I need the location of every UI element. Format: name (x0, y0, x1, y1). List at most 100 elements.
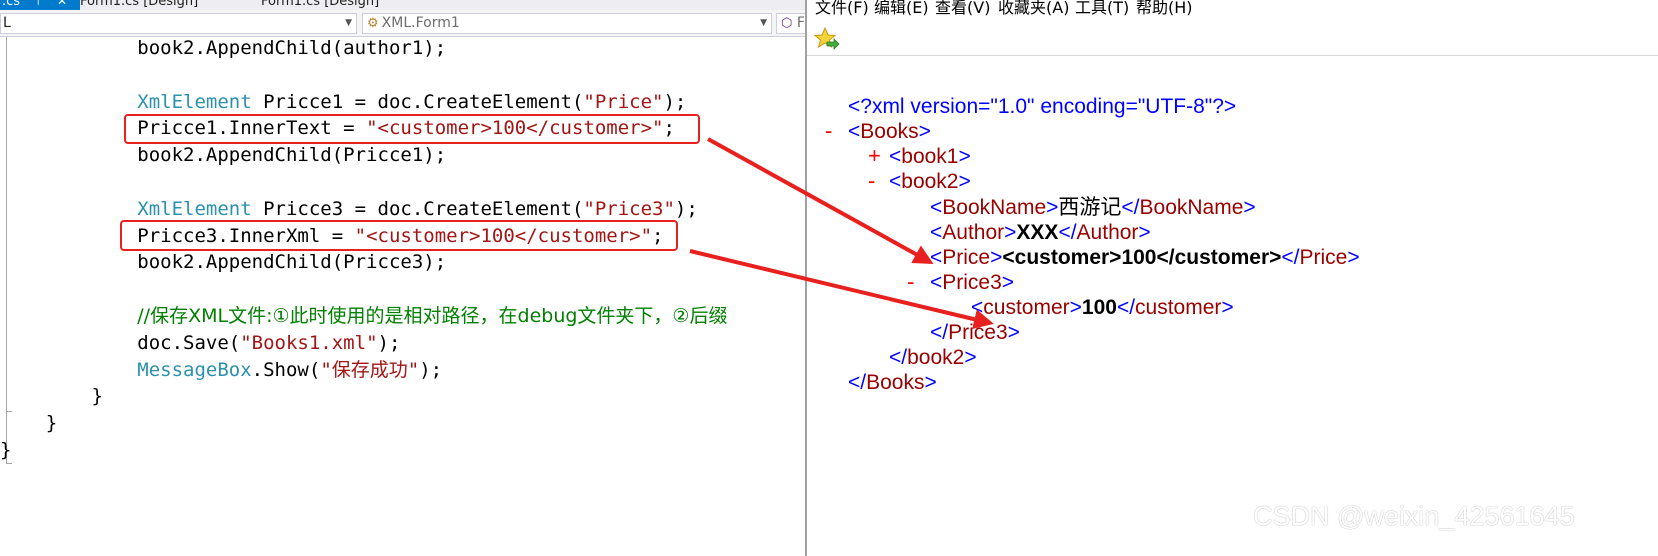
xml-markup: < (889, 145, 902, 169)
chevron-down-icon: ▼ (345, 18, 352, 28)
xml-markup: <?xml version="1.0" encoding="UTF-8"?> (848, 95, 1237, 118)
member-dropdown[interactable]: ⬡ F (776, 13, 805, 34)
menu-file[interactable]: 文件(F) (815, 0, 869, 18)
xml-markup: > (958, 170, 971, 194)
xml-text: 西游记 (1058, 195, 1122, 220)
xml-text: XXX (1016, 220, 1059, 244)
code-line: } (0, 436, 11, 464)
code-line: book2.AppendChild(Pricce3); (0, 248, 446, 276)
code-line: book2.AppendChild(Pricce1); (0, 141, 446, 169)
class-dropdown-value: XML.Form1 (381, 15, 460, 31)
class-icon: ⚙ (367, 16, 379, 31)
code-token: .Show( (251, 358, 321, 381)
code-line: XmlElement Pricce1 = doc.CreateElement("… (0, 88, 686, 116)
xml-markup: < (930, 220, 943, 244)
xml-markup: </ (1281, 245, 1300, 269)
member-dropdown-value: F (796, 15, 805, 31)
xml-markup: < (930, 270, 943, 294)
xml-document-view: <?xml version="1.0" encoding="UTF-8"?> - <… (807, 56, 1658, 556)
xml-tag-name: BookName (1139, 196, 1244, 220)
menu-edit[interactable]: 编辑(E) (874, 0, 929, 18)
tab-form1-design-2[interactable]: Form1.cs [Design] (261, 0, 379, 10)
code-token: book2.AppendChild(Pricce1); (137, 144, 447, 167)
xml-line: <?xml version="1.0" encoding="UTF-8"?> (848, 94, 1236, 120)
code-token: doc.Save( (137, 331, 241, 354)
menu-bar: 文件(F) 编辑(E) 查看(V) 收藏夹(A) 工具(T) 帮助(H) (807, 0, 1658, 22)
code-line: //保存XML文件:①此时使用的是相对路径，在debug文件夹下，②后缀 (0, 302, 727, 330)
pin-icon[interactable]: ⊤ (33, 0, 43, 10)
xml-markup: > (1138, 220, 1151, 244)
xml-markup: </ (1116, 295, 1136, 319)
code-token: ); (674, 197, 698, 220)
xml-tag-name: book2 (901, 170, 959, 194)
xml-markup: > (1007, 320, 1020, 344)
xml-line: <Author>XXX</Author> (930, 220, 1151, 246)
xml-tag-name: book2 (907, 346, 965, 369)
code-token: //保存XML文件:①此时使用的是相对路径，在debug文件夹下，②后缀 (137, 305, 728, 327)
xml-markup: </ (889, 346, 908, 369)
xml-line: <Price3> (930, 270, 1014, 296)
menu-view[interactable]: 查看(V) (935, 0, 990, 18)
code-token: ); (377, 331, 401, 354)
xml-markup: > (1069, 295, 1082, 319)
xml-markup: > (1221, 295, 1234, 319)
xml-line: </Price3> (930, 320, 1020, 346)
xml-line: <BookName>西游记</BookName> (930, 194, 1256, 220)
tab-active-cs-file[interactable]: .cs ⊤ ✕ (0, 0, 80, 10)
xml-tag-name: Price (1299, 245, 1348, 269)
xml-markup: </ (1121, 196, 1140, 220)
xml-markup: > (924, 371, 937, 395)
code-line: } (0, 382, 103, 410)
code-token: Pricce1 = doc.CreateElement( (251, 90, 584, 113)
xml-line: </Books> (848, 370, 937, 396)
project-dropdown[interactable]: L ▼ (0, 13, 357, 34)
xml-line: <book2> (889, 169, 971, 195)
menu-tools[interactable]: 工具(T) (1075, 0, 1129, 18)
xml-line: <book1> (889, 144, 971, 170)
xml-markup: </ (848, 371, 867, 395)
add-favorite-star-icon[interactable] (814, 26, 840, 52)
expand-toggle[interactable]: + (868, 143, 881, 169)
document-tab-strip: .cs ⊤ ✕ Form1.cs [Design] Form1.cs [Desi… (0, 0, 805, 10)
xml-tag-name: customer (983, 295, 1070, 319)
close-icon[interactable]: ✕ (57, 0, 67, 10)
menu-favorites[interactable]: 收藏夹(A) (998, 0, 1069, 18)
xml-markup: > (958, 145, 971, 169)
xml-line: <customer>100</customer> (971, 295, 1234, 321)
code-line: book2.AppendChild(author1); (0, 34, 446, 62)
code-area[interactable]: book2.AppendChild(author1); XmlElement P… (0, 37, 805, 556)
tab-label: Form1.cs [Design] (80, 0, 199, 9)
tab-form1-design[interactable]: Form1.cs [Design] (80, 0, 198, 10)
xml-tag-name: book1 (901, 145, 959, 169)
xml-tag-name: Books (860, 120, 919, 144)
xml-markup: > (1001, 270, 1015, 294)
code-token: } (45, 412, 58, 435)
code-line: MessageBox.Show("保存成功"); (0, 356, 442, 384)
tab-label: .cs (2, 0, 21, 9)
collapse-toggle[interactable]: - (825, 118, 832, 144)
collapse-toggle[interactable]: - (907, 269, 914, 295)
xml-tag-name: BookName (942, 196, 1047, 220)
xml-tag-name: Price (942, 245, 991, 269)
code-token: } (0, 439, 12, 461)
xml-tag-name: customer (1135, 295, 1222, 319)
xml-markup: < (889, 170, 902, 194)
xml-markup: < (930, 196, 943, 220)
favorites-bar (807, 22, 1658, 56)
xml-markup: > (1243, 196, 1256, 220)
collapse-toggle[interactable]: - (868, 168, 875, 194)
code-token: "Books1.xml" (240, 331, 378, 354)
xml-markup: < (971, 295, 984, 319)
tab-label: Form1.cs [Design] (261, 0, 380, 9)
class-dropdown[interactable]: ⚙ XML.Form1 ▼ (362, 13, 772, 34)
menu-help[interactable]: 帮助(H) (1136, 0, 1193, 18)
